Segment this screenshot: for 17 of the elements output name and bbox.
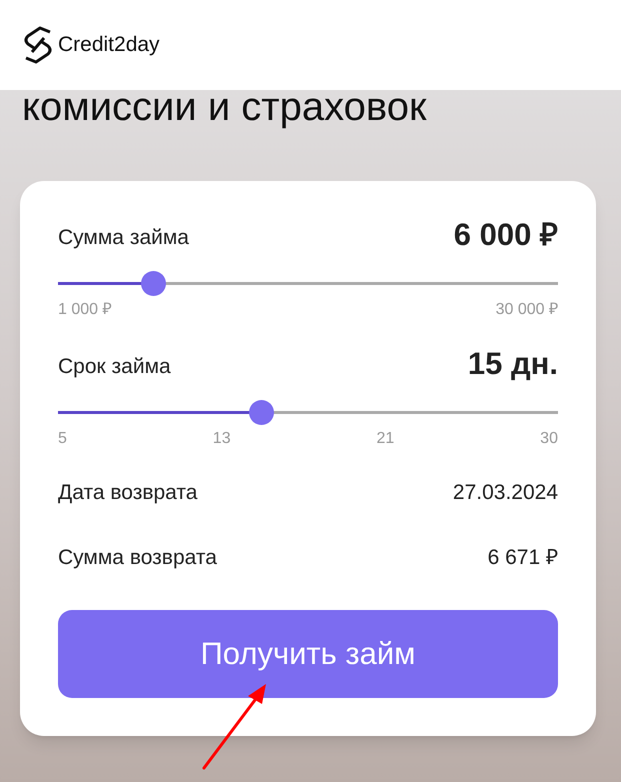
slider-label: Срок займа [58,354,171,380]
tick-label: 21 [376,429,394,449]
page-heading: комиссии и страховок [22,84,428,130]
tick-label: 13 [212,429,231,449]
tick-label: 30 [540,429,558,449]
logo-text: Credit2day [58,32,160,58]
detail-value: 6 671 ₽ [488,544,558,570]
detail-label: Дата возврата [58,480,198,506]
tick-label: 5 [58,429,67,449]
slider-value: 6 000 ₽ [454,217,558,253]
tick-label: 1 000 ₽ [58,300,112,320]
get-loan-button[interactable]: Получить займ [58,610,558,698]
detail-value: 27.03.2024 [452,480,558,506]
detail-label: Сумма возврата [58,544,217,570]
tick-label: 30 000 ₽ [496,300,558,320]
slider-value: 15 дн. [468,346,558,382]
slider-label: Сумма займа [58,224,189,250]
